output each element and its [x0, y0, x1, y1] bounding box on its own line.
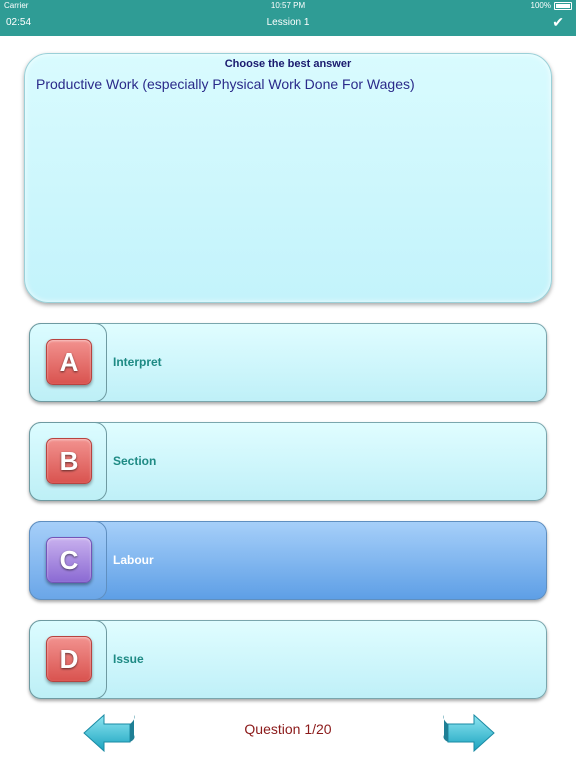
question-card: Choose the best answer Productive Work (… [24, 53, 552, 303]
option-letter-badge: C [46, 537, 92, 583]
option-letter-box: C [29, 521, 107, 600]
option-letter-badge: A [46, 339, 92, 385]
nav-bar: 02:54 Lession 1 ✔ [0, 11, 576, 36]
battery-icon [554, 1, 572, 10]
option-c[interactable]: C Labour [29, 521, 547, 600]
question-heading: Choose the best answer [224, 58, 352, 70]
option-label: Interpret [113, 355, 162, 369]
option-b[interactable]: B Section [29, 422, 547, 501]
question-text: Productive Work (especially Physical Wor… [36, 76, 415, 92]
option-label: Section [113, 454, 157, 468]
option-letter-box: B [29, 422, 107, 501]
option-letter-badge: B [46, 438, 92, 484]
battery-status: 100% [531, 1, 572, 10]
status-bar: Carrier 10:57 PM 100% [0, 0, 576, 11]
option-letter-box: A [29, 323, 107, 402]
option-d[interactable]: D Issue [29, 620, 547, 699]
clock: 10:57 PM [270, 1, 306, 10]
next-button[interactable] [440, 713, 496, 757]
page-title: Lession 1 [266, 17, 310, 28]
option-letter-badge: D [46, 636, 92, 682]
arrow-right-icon [443, 713, 495, 753]
battery-percent: 100% [530, 1, 551, 10]
option-a[interactable]: A Interpret [29, 323, 547, 402]
option-label: Labour [113, 553, 154, 567]
option-letter-box: D [29, 620, 107, 699]
option-label: Issue [113, 652, 144, 666]
checkmark-icon[interactable]: ✔ [552, 14, 564, 31]
